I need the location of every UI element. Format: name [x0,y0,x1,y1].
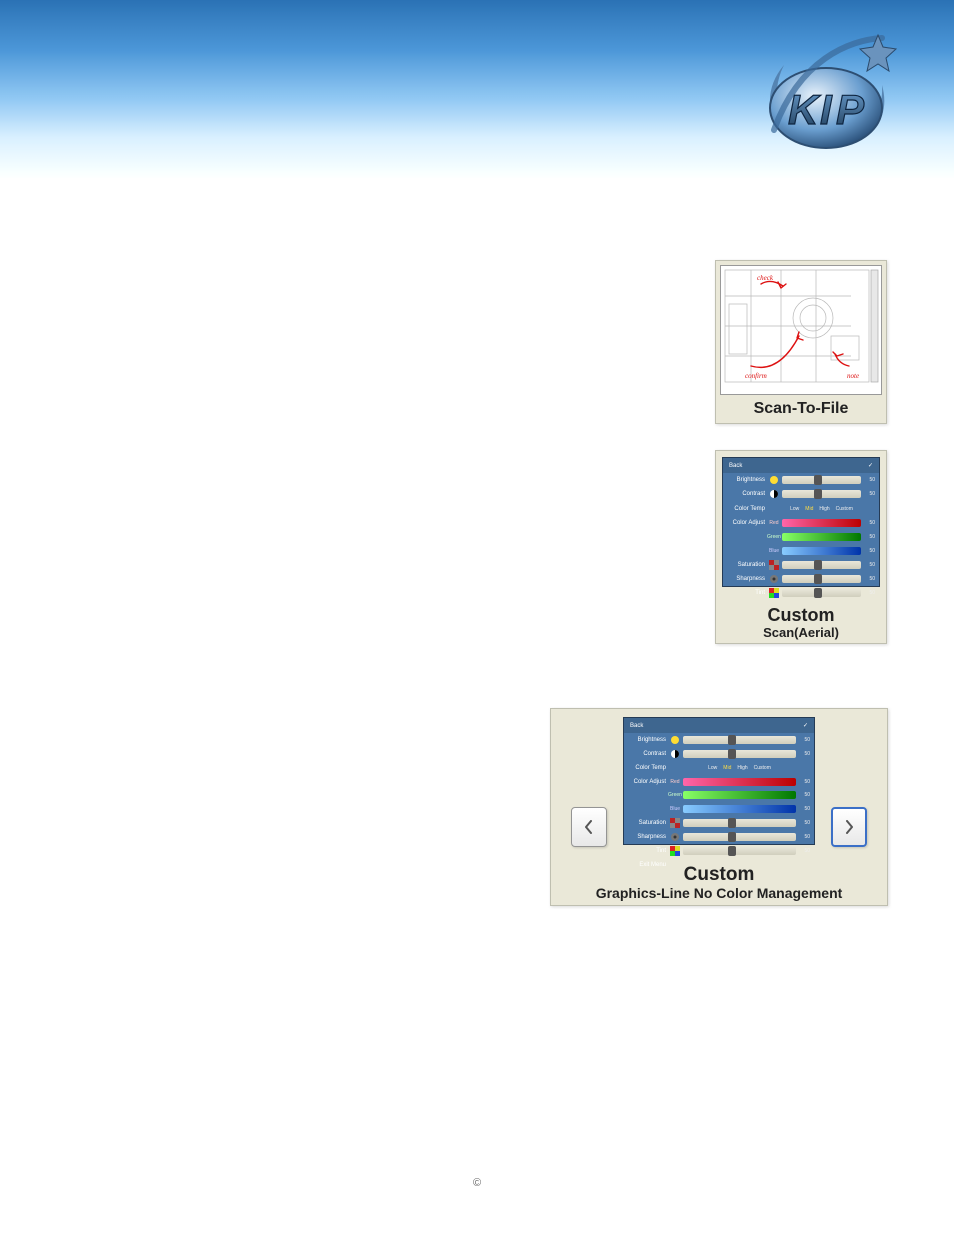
tile-custom-wide-label: Custom Graphics-Line No Color Management [551,865,887,901]
panel-back: Back [729,463,742,469]
svg-text:check: check [757,274,774,282]
tile-custom-graphics-line[interactable]: Back ✓ Brightness50 Contrast50 Color Tem… [550,708,888,906]
scan-preview: check confirm note [720,265,882,395]
chevron-left-icon [584,820,594,834]
tile-custom-scan-aerial[interactable]: Back ✓ Brightness50 Contrast50 Color Tem… [715,450,887,644]
tile-custom-scan-label: Custom Scan(Aerial) [716,606,886,640]
chevron-right-icon [844,820,854,834]
control-panel-large: Back ✓ Brightness50 Contrast50 Color Tem… [623,717,815,845]
control-panel-small: Back ✓ Brightness50 Contrast50 Color Tem… [722,457,880,587]
tile-scan-label: Scan-To-File [716,400,886,418]
svg-text:confirm: confirm [745,372,767,380]
panel-top-bar: Back ✓ [723,458,879,473]
banner-divider [0,178,954,181]
logo-letter-i: I [820,86,833,133]
tile-scan-to-file[interactable]: check confirm note Scan-To-File [715,260,887,424]
footer-copyright: © [0,1177,954,1189]
next-button[interactable] [831,807,867,847]
panel-check: ✓ [868,462,873,469]
logo-letter-k: K [788,86,821,133]
logo-letter-p: P [836,86,865,133]
prev-button[interactable] [571,807,607,847]
panel-top-bar-2: Back ✓ [624,718,814,733]
kip-logo: K I P [754,30,904,160]
svg-text:note: note [847,372,859,380]
